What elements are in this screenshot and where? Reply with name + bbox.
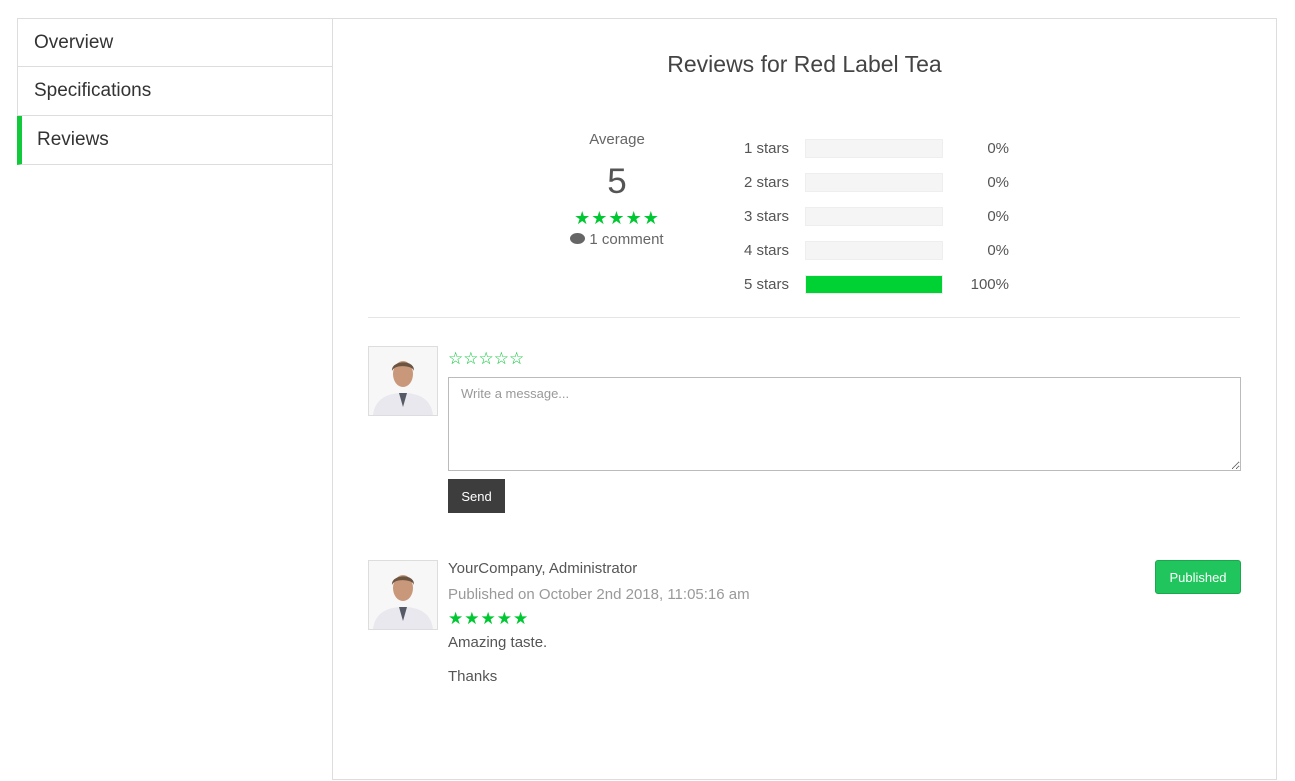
rating-row-label: 3 stars [744,207,790,225]
rating-row-label: 1 stars [744,139,790,157]
rating-row: 3 stars 0% [733,199,1013,233]
average-stars: ★★★★★ [574,208,660,228]
tab-specifications[interactable]: Specifications [17,67,333,116]
rating-row-label: 4 stars [744,241,790,259]
rating-row-percent: 0% [987,139,1009,157]
message-input[interactable] [448,377,1241,471]
comments-icon [570,233,586,244]
rating-bar [805,240,943,260]
rating-bar-fill [806,275,942,293]
person-icon [369,561,437,629]
reviews-panel: Reviews for Red Label Tea Average 5 ★★★★… [332,18,1277,780]
review-date: Published on October 2nd 2018, 11:05:16 … [448,586,750,603]
rating-row: 4 stars 0% [733,233,1013,267]
star-2-icon[interactable]: ☆ [463,349,478,368]
page-title: Reviews for Red Label Tea [667,51,942,77]
rating-bar [805,206,943,226]
rating-input[interactable]: ☆☆☆☆☆ [448,349,524,369]
rating-row-percent: 100% [970,275,1009,293]
rating-row: 1 stars 0% [733,131,1013,165]
product-tabs: Overview Specifications Reviews [17,18,333,165]
rating-row-label: 5 stars [744,275,790,293]
rating-row-label: 2 stars [744,173,790,191]
star-4-icon[interactable]: ☆ [494,349,509,368]
average-rating: Average 5 ★★★★★ 1 comment [547,131,687,248]
rating-bar [805,172,943,192]
rating-bar [805,138,943,158]
star-1-icon[interactable]: ☆ [448,349,463,368]
review-text: Amazing taste. [448,634,548,651]
section-divider [368,317,1240,318]
tab-overview[interactable]: Overview [17,18,333,67]
review-text: Thanks [448,668,498,685]
rating-row-percent: 0% [987,173,1009,191]
tab-reviews[interactable]: Reviews [17,116,333,165]
person-icon [369,347,437,415]
comment-count: 1 comment [547,231,687,248]
rating-row-percent: 0% [987,207,1009,225]
star-5-icon[interactable]: ☆ [509,349,524,368]
average-value: 5 [607,162,627,201]
rating-bar [805,274,943,294]
rating-row: 5 stars 100% [733,267,1013,301]
average-label: Average [589,131,645,148]
star-3-icon[interactable]: ☆ [479,349,494,368]
send-button[interactable]: Send [448,479,505,513]
rating-row-percent: 0% [987,241,1009,259]
review-stars: ★★★★★ [448,609,530,628]
review-author: YourCompany, Administrator [448,560,638,577]
rating-row: 2 stars 0% [733,165,1013,199]
user-avatar [368,346,438,416]
comment-count-label: 1 comment [589,231,664,248]
rating-breakdown: 1 stars 0% 2 stars 0% 3 stars 0% 4 stars… [733,131,1013,301]
reviewer-avatar [368,560,438,630]
published-button[interactable]: Published [1155,560,1241,594]
